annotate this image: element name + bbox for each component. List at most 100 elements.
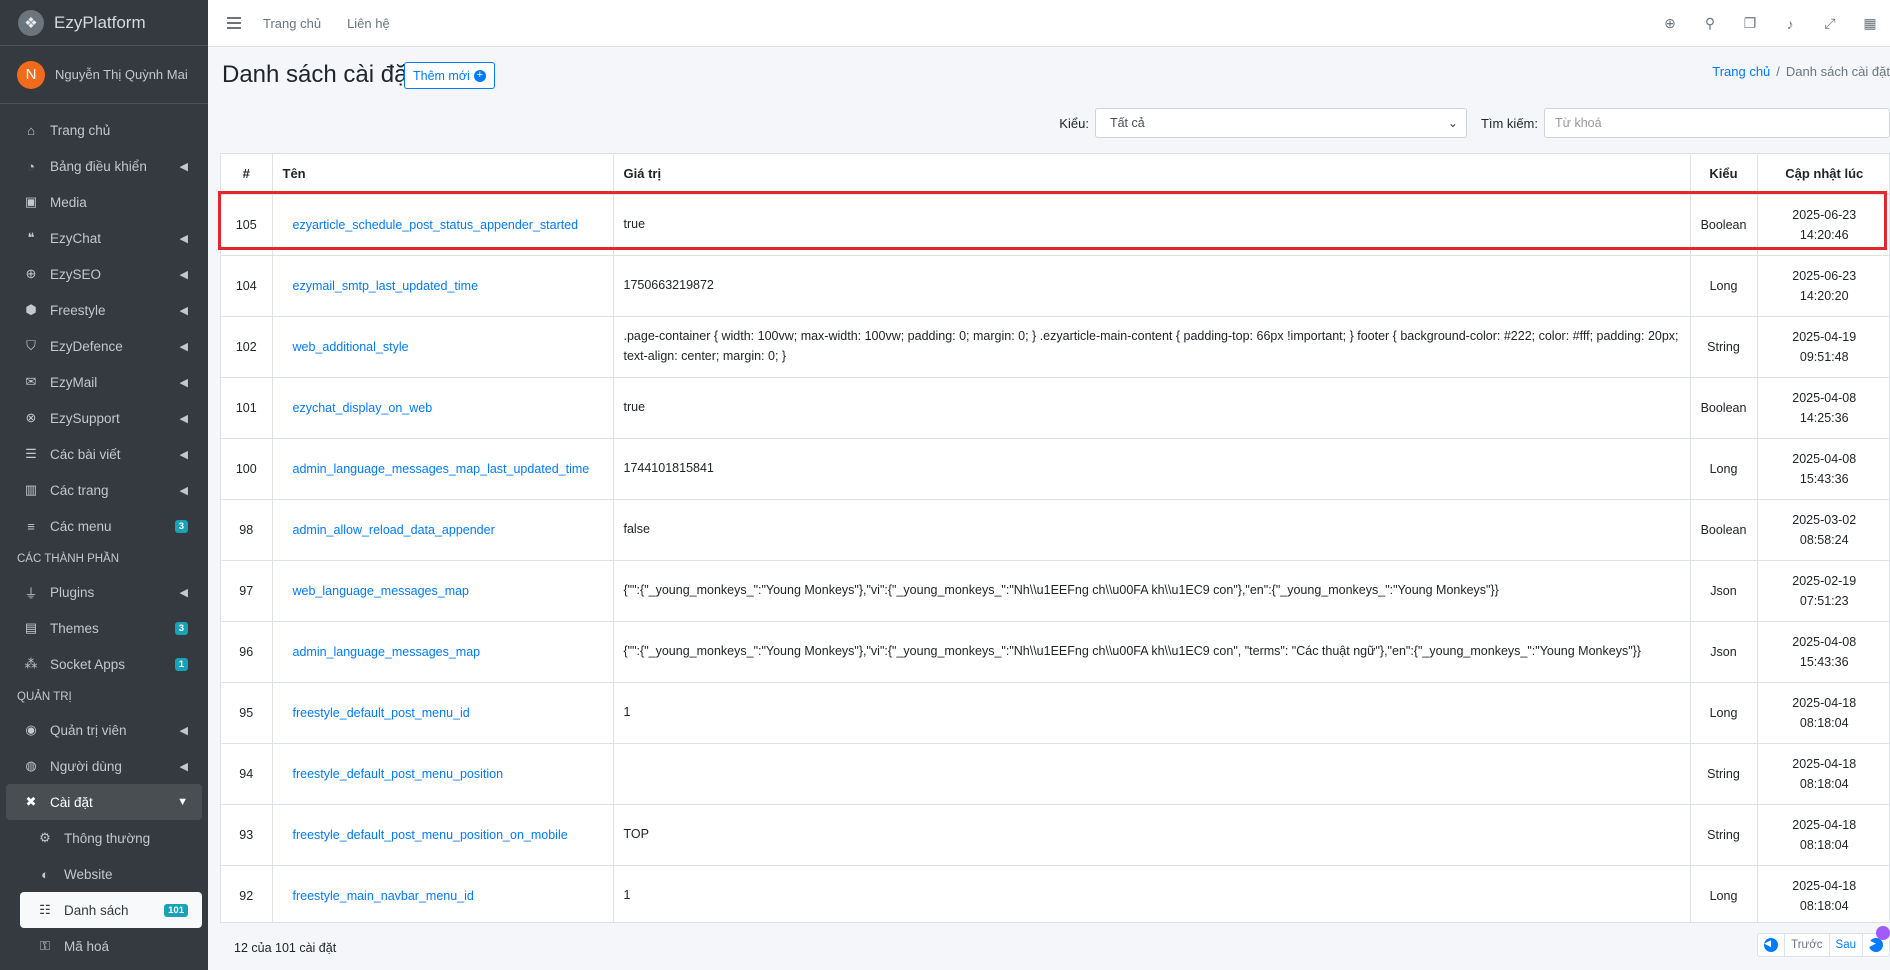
column-header-updated[interactable]: Cập nhật lúc	[1757, 154, 1889, 195]
sidebar-item-website[interactable]: ◐ Website	[20, 856, 202, 892]
cell-name-link[interactable]: admin_language_messages_map_last_updated…	[272, 438, 614, 500]
cell-value: .page-container { width: 100vw; max-widt…	[613, 316, 1691, 378]
cell-name-link[interactable]: freestyle_default_post_menu_position_on_…	[272, 804, 614, 866]
sidebar-item-label: EzyMail	[50, 374, 98, 390]
user-panel[interactable]: N Nguyễn Thị Quỳnh Mai	[0, 46, 208, 104]
cell-type: Long	[1690, 255, 1758, 317]
sidebar-item-socket-apps[interactable]: ⁂ Socket Apps 1	[6, 646, 202, 682]
sidebar-item-ezychat[interactable]: ❝ EzyChat ◀	[6, 220, 202, 256]
column-header-name[interactable]: Tên	[272, 154, 614, 195]
sidebar-item-ezyseo[interactable]: ⊕ EzySEO ◀	[6, 256, 202, 292]
sidebar-item-themes[interactable]: ▤ Themes 3	[6, 610, 202, 646]
cell-updated-date: 2025-04-19	[1792, 329, 1857, 344]
cell-name-link[interactable]: admin_allow_reload_data_appender	[272, 499, 614, 561]
sidebar-item-admins[interactable]: ◉ Quản trị viên ◀	[6, 712, 202, 748]
globe-icon[interactable]: ⊕	[1650, 15, 1690, 32]
sidebar-item-settings[interactable]: ✖ Cài đặt ▼	[6, 784, 202, 820]
sidebar-item-label: Cài đặt	[50, 794, 93, 810]
cell-value: {"":{"_young_monkeys_":"Young Monkeys"},…	[613, 560, 1691, 622]
cell-updated-time: 08:18:04	[1799, 776, 1849, 791]
breadcrumb-current: Danh sách cài đặt	[1785, 64, 1890, 79]
cell-value: true	[613, 377, 1691, 439]
breadcrumb-home[interactable]: Trang chủ	[1712, 64, 1770, 79]
sidebar-item-label: Các menu	[50, 518, 112, 534]
sidebar-item-freestyle[interactable]: ⬢ Freestyle ◀	[6, 292, 202, 328]
sidebar-item-plugins[interactable]: ⏚ Plugins ◀	[6, 574, 202, 610]
cell-id: 102	[221, 316, 273, 378]
table-header-row: # Tên Giá trị Kiểu Cập nhật lúc	[221, 154, 1889, 195]
arrow-right-icon: ▶	[1869, 938, 1883, 952]
apps-icon: ⁂	[24, 656, 38, 671]
cell-updated-time: 14:20:20	[1799, 288, 1849, 303]
section-admin-header: QUẢN TRỊ	[17, 691, 72, 703]
pagination: ◀ Trước Sau ▶	[1757, 933, 1890, 957]
cell-id: 96	[221, 621, 273, 683]
bell-icon[interactable]: ♪	[1770, 16, 1810, 32]
hamburger-icon[interactable]	[227, 17, 241, 29]
user-icon: ◉	[25, 722, 37, 737]
comments-icon[interactable]: ❐	[1730, 15, 1770, 32]
sidebar-item-menus[interactable]: ≡ Các menu 3	[6, 508, 202, 544]
cell-value: 1744101815841	[613, 438, 1691, 500]
table-row: 101 ezychat_display_on_web true Boolean 2025…	[221, 377, 1889, 439]
sidebar-item-encryption[interactable]: ⚿ Mã hoá	[20, 928, 202, 964]
cell-name-link[interactable]: freestyle_default_post_menu_id	[272, 682, 614, 744]
search-icon[interactable]: ⚲	[1690, 15, 1730, 32]
cell-name-link[interactable]: ezymail_smtp_last_updated_time	[272, 255, 614, 317]
sidebar-item-ezymail[interactable]: ✉ EzyMail ◀	[6, 364, 202, 400]
column-header-id[interactable]: #	[221, 154, 273, 195]
cell-name-link[interactable]: freestyle_main_navbar_menu_id	[272, 865, 614, 922]
sidebar-item-label: Các trang	[50, 482, 109, 498]
sidebar-item-dashboard[interactable]: ◔ Bảng điều khiển ◀	[6, 148, 202, 184]
chevron-left-icon: ◀	[179, 724, 188, 737]
table-row: 95 freestyle_default_post_menu_id 1 Long 202…	[221, 682, 1889, 744]
sidebar-item-home[interactable]: ⌂ Trang chủ	[6, 112, 202, 148]
sidebar-item-ezysupport[interactable]: ⊗ EzySupport ◀	[6, 400, 202, 436]
sidebar-item-list[interactable]: ☷ Danh sách 101	[20, 892, 202, 928]
brand-link[interactable]: ❖ EzyPlatform	[0, 0, 208, 46]
top-link-contact[interactable]: Liên hệ	[347, 16, 390, 31]
chat-bubble-icon[interactable]	[1876, 926, 1890, 940]
cell-name-link[interactable]: ezyarticle_schedule_post_status_appender…	[272, 194, 614, 256]
sidebar-item-media[interactable]: ▣ Media	[6, 184, 202, 220]
sidebar-item-users[interactable]: ◍ Người dùng ◀	[6, 748, 202, 784]
cell-updated: 2025-04-18 08:18:04	[1757, 865, 1889, 922]
grid-icon[interactable]: ▦	[1850, 15, 1890, 32]
search-input[interactable]	[1544, 108, 1890, 138]
image-icon: ▣	[24, 194, 38, 209]
cell-name-link[interactable]: web_language_messages_map	[272, 560, 614, 622]
cell-name-link[interactable]: admin_language_messages_map	[272, 621, 614, 683]
cell-name-link[interactable]: freestyle_default_post_menu_position	[272, 743, 614, 805]
list-icon: ☰	[25, 446, 37, 461]
chevron-left-icon: ◀	[179, 448, 188, 461]
column-header-value[interactable]: Giá trị	[613, 154, 1691, 195]
sidebar-item-general[interactable]: ⚙ Thông thường	[20, 820, 202, 856]
cell-updated-date: 2025-03-02	[1792, 512, 1857, 527]
prev-arrow-button[interactable]: ◀	[1758, 934, 1786, 956]
cell-name-link[interactable]: web_additional_style	[272, 316, 614, 378]
type-select[interactable]: Tất cả ⌄	[1094, 108, 1467, 138]
cell-name-link[interactable]: ezychat_display_on_web	[272, 377, 614, 439]
sidebar-item-ezydefence[interactable]: ⛉ EzyDefence ◀	[6, 328, 202, 364]
main-content: Danh sách cài đặt Thêm mới + Trang chủ / D…	[208, 47, 1890, 970]
gears-icon: ⚙	[39, 830, 51, 845]
sidebar-item-label: EzyChat	[50, 230, 102, 246]
cell-type: Long	[1690, 682, 1758, 744]
cell-type: Boolean	[1690, 499, 1758, 561]
cell-updated-time: 09:51:48	[1799, 349, 1849, 364]
cell-value: true	[613, 194, 1691, 256]
chevron-left-icon: ◀	[179, 304, 188, 317]
sidebar-item-posts[interactable]: ☰ Các bài viết ◀	[6, 436, 202, 472]
fullscreen-icon[interactable]: ⤢	[1810, 15, 1850, 32]
table-row: 105 ezyarticle_schedule_post_status_appen…	[221, 194, 1889, 256]
cell-updated: 2025-04-19 09:51:48	[1757, 316, 1889, 378]
sidebar-item-pages[interactable]: ▥ Các trang ◀	[6, 472, 202, 508]
top-link-home[interactable]: Trang chủ	[263, 16, 321, 31]
add-new-button[interactable]: Thêm mới +	[404, 62, 495, 89]
sidebar-item-label: EzyDefence	[50, 338, 123, 354]
column-header-type[interactable]: Kiểu	[1690, 154, 1758, 195]
sidebar-item-label: Bảng điều khiển	[50, 158, 147, 174]
next-button[interactable]: Sau	[1830, 934, 1863, 956]
prev-button[interactable]: Trước	[1785, 934, 1830, 956]
table-row: 94 freestyle_default_post_menu_position St…	[221, 743, 1889, 805]
